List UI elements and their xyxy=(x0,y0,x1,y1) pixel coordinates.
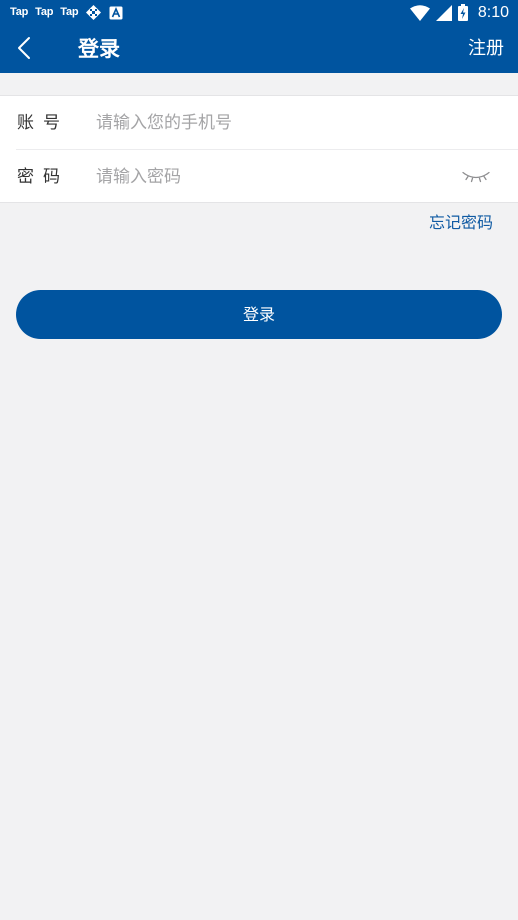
forgot-password-link[interactable]: 忘记密码 xyxy=(429,212,493,234)
phone-input[interactable] xyxy=(96,109,436,137)
notification-icons: Tap Tap Tap xyxy=(10,4,123,21)
tap-notification-label: Tap xyxy=(10,6,29,18)
login-form: 账号 密码 xyxy=(0,95,518,203)
clock: 8:10 xyxy=(477,4,509,21)
a-badge-icon xyxy=(109,6,123,19)
page-title: 登录 xyxy=(78,37,120,61)
password-visibility-toggle[interactable] xyxy=(460,166,492,186)
cell-signal-icon xyxy=(435,4,452,21)
password-row: 密码 xyxy=(0,150,518,204)
eye-closed-icon xyxy=(462,171,490,183)
account-row: 账号 xyxy=(0,96,518,150)
password-label: 密码 xyxy=(17,167,69,187)
status-bar: Tap Tap Tap 8:10 xyxy=(0,0,518,24)
wifi-icon xyxy=(409,4,430,21)
login-button[interactable]: 登录 xyxy=(16,290,502,339)
tap-notification-label: Tap xyxy=(35,6,54,18)
password-input[interactable] xyxy=(96,163,436,191)
chevron-left-icon xyxy=(18,37,30,59)
app-bar: 登录 注册 xyxy=(0,24,518,73)
register-link[interactable]: 注册 xyxy=(468,37,504,61)
system-icons: 8:10 xyxy=(409,3,509,22)
back-button[interactable] xyxy=(6,30,42,66)
account-label: 账号 xyxy=(17,113,69,133)
sync-icon xyxy=(86,5,102,20)
battery-charging-icon xyxy=(457,4,468,21)
tap-notification-label: Tap xyxy=(60,6,79,18)
